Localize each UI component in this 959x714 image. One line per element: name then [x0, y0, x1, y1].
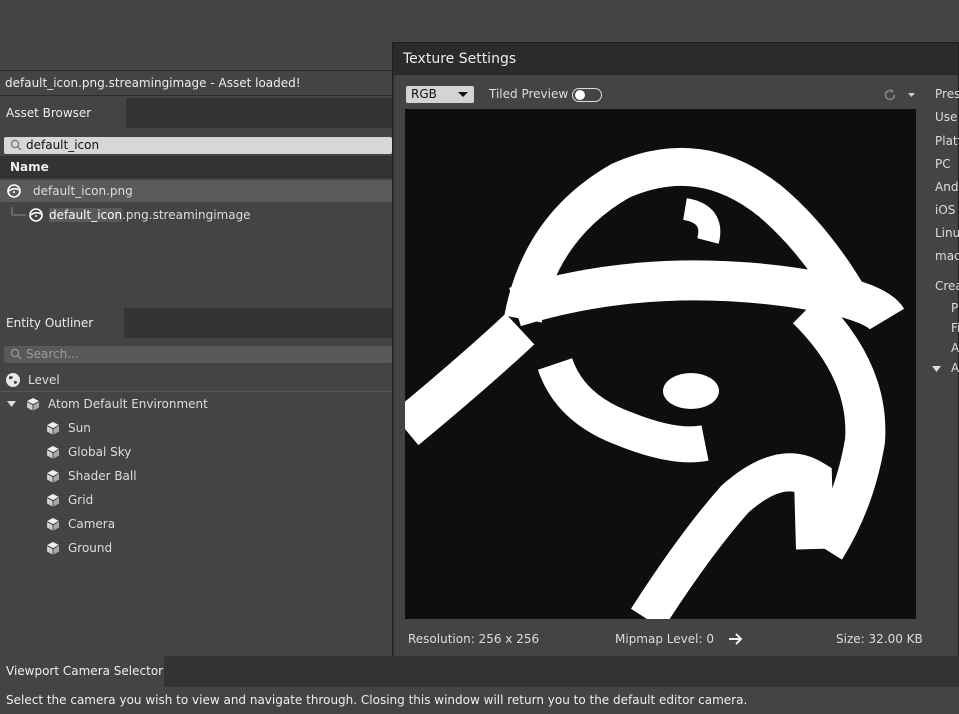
camera-selector-message: Select the camera you wish to view and n… [0, 687, 959, 714]
environment-row[interactable]: Atom Default Environment [0, 393, 392, 415]
chevron-down-icon [458, 92, 468, 97]
entity-label: Camera [68, 517, 116, 531]
tab-asset-browser[interactable]: Asset Browser [0, 98, 126, 128]
level-row[interactable]: Level [0, 369, 392, 392]
chevron-down-icon[interactable] [7, 401, 16, 407]
entity-cube-icon [47, 542, 59, 555]
status-message: default_icon.png.streamingimage - Asset … [0, 70, 392, 96]
toggle-knob [575, 90, 585, 100]
entity-row[interactable]: Grid [0, 489, 392, 511]
asset-browser-panel: default_icon Name default_icon.png defau… [0, 128, 392, 306]
viewport-camera-selector-panel: Viewport Camera Selector Select the came… [0, 656, 959, 714]
entity-cube-icon [47, 422, 59, 435]
tree-branch-icon [11, 207, 26, 216]
channel-select[interactable]: RGB [406, 86, 474, 103]
asset-row-label: default_icon.png [33, 184, 133, 198]
entity-cube-icon [47, 446, 59, 459]
asset-row-label: default_icon.png.streamingimage [49, 208, 251, 222]
globe-icon [6, 373, 20, 387]
entity-outliner-panel: Search... Level Atom Default Environment… [0, 338, 392, 654]
resolution-text: Resolution: 256 x 256 [408, 632, 540, 646]
platform-mac[interactable]: mac [935, 249, 959, 263]
entity-outliner-tabstrip: Entity Outliner [0, 308, 392, 338]
refresh-icon[interactable] [883, 88, 897, 102]
tab-viewport-camera-selector[interactable]: Viewport Camera Selector [0, 656, 164, 687]
tiled-preview-toggle[interactable] [572, 88, 602, 102]
platform-android[interactable]: Andr [935, 180, 959, 194]
entity-label: Global Sky [68, 445, 132, 459]
entity-row[interactable]: Sun [0, 417, 392, 439]
size-text: Size: 32.00 KB [836, 632, 923, 646]
setting-item[interactable]: Pi [951, 301, 959, 315]
search-icon [10, 139, 22, 151]
platform-ios[interactable]: iOS [935, 203, 955, 217]
setting-item[interactable]: A [951, 341, 959, 355]
environment-label: Atom Default Environment [48, 397, 208, 411]
entity-search-input[interactable]: Search... [4, 346, 392, 363]
dialog-body: RGB Tiled Preview Resolution: 256 x 256 … [395, 75, 959, 681]
search-icon [10, 348, 22, 360]
entity-label: Ground [68, 541, 113, 555]
texture-logo-image [405, 147, 905, 619]
refresh-options-chevron-icon[interactable] [908, 93, 915, 97]
create-label: Crea [935, 279, 959, 293]
platform-header: Platf [935, 134, 959, 148]
column-header-name[interactable]: Name [0, 156, 392, 178]
setting-item[interactable]: Fi [951, 321, 959, 335]
level-label: Level [28, 373, 60, 387]
use-label: Use [935, 110, 958, 124]
asset-row-png[interactable]: default_icon.png [0, 180, 392, 202]
entity-cube-icon [47, 518, 59, 531]
texture-settings-dialog: Texture Settings RGB Tiled Preview Resol… [392, 42, 959, 682]
entity-cube-icon [47, 494, 59, 507]
search-match-highlight: default_icon [49, 208, 123, 222]
entity-row[interactable]: Camera [0, 513, 392, 535]
tab-entity-outliner[interactable]: Entity Outliner [0, 308, 124, 338]
preset-label: Pres [935, 87, 959, 101]
texture-preview [405, 109, 916, 619]
dialog-title[interactable]: Texture Settings [393, 43, 958, 75]
entity-label: Grid [68, 493, 94, 507]
entity-label: Sun [68, 421, 91, 435]
entity-row[interactable]: Shader Ball [0, 465, 392, 487]
arrow-right-icon[interactable] [728, 632, 744, 646]
entity-cube-icon [27, 398, 39, 411]
platform-pc[interactable]: PC [935, 157, 951, 171]
advanced-label[interactable]: A [951, 361, 959, 375]
entity-cube-icon [47, 470, 59, 483]
chevron-down-icon[interactable] [932, 366, 941, 372]
entity-search-placeholder: Search... [26, 347, 79, 361]
streaming-image-icon [29, 208, 43, 222]
entity-label: Shader Ball [68, 469, 137, 483]
o3de-logo-icon [7, 184, 21, 198]
entity-row[interactable]: Ground [0, 537, 392, 559]
platform-linux[interactable]: Linux [935, 226, 959, 240]
mipmap-text: Mipmap Level: 0 [615, 632, 714, 646]
asset-search-value: default_icon [26, 138, 100, 152]
channel-select-value: RGB [411, 87, 437, 101]
asset-browser-tabstrip: Asset Browser [0, 98, 392, 128]
asset-search-input[interactable]: default_icon [4, 137, 392, 154]
tiled-preview-label: Tiled Preview [489, 87, 569, 101]
asset-row-streamingimage[interactable]: default_icon.png.streamingimage [0, 204, 392, 226]
entity-row[interactable]: Global Sky [0, 441, 392, 463]
